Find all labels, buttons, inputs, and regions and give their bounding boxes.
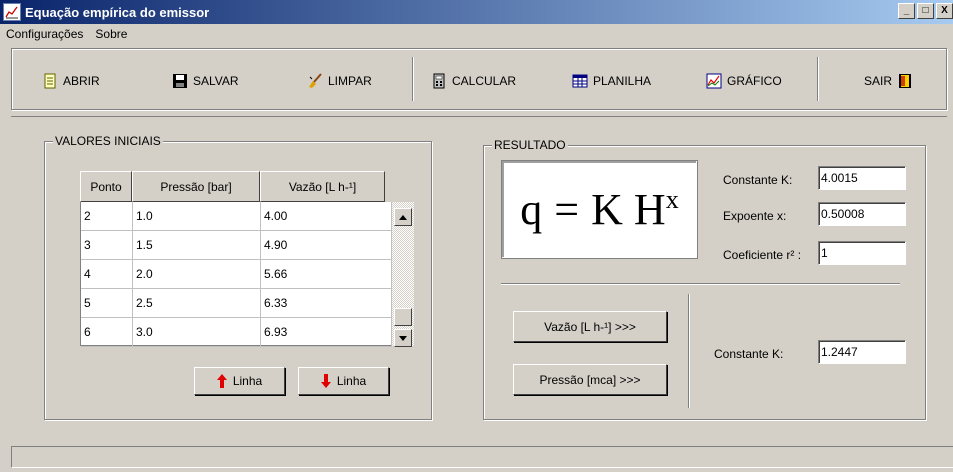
sair-button[interactable]: SAIR (864, 73, 913, 89)
planilha-label: PLANILHA (593, 74, 652, 88)
resultado-title: RESULTADO (492, 138, 568, 152)
coeficiente-label: Coeficiente r² : (723, 248, 802, 262)
cell-ponto[interactable]: 2 (81, 202, 133, 231)
valores-iniciais-title: VALORES INICIAIS (53, 134, 163, 148)
scroll-down-button[interactable] (394, 329, 412, 347)
add-row-button[interactable]: Linha (194, 367, 285, 395)
spreadsheet-icon (572, 73, 588, 89)
table-row[interactable]: 6 3.0 6.93 (81, 318, 392, 347)
arrow-up-icon (399, 214, 407, 220)
cell-vazao[interactable]: 6.93 (261, 318, 392, 347)
limpar-label: LIMPAR (328, 74, 372, 88)
vazao-button[interactable]: Vazão [L h-¹] >>> (513, 311, 667, 342)
grid-header: Ponto Pressão [bar] Vazão [L h-¹] (80, 171, 385, 202)
exit-door-icon (897, 73, 913, 89)
table-row[interactable]: 3 1.5 4.90 (81, 231, 392, 260)
save-disk-icon (172, 73, 188, 89)
calcular-label: CALCULAR (452, 74, 517, 88)
app-chart-icon (3, 3, 21, 21)
abrir-label: ABRIR (63, 74, 100, 88)
broom-icon (307, 73, 323, 89)
limpar-button[interactable]: LIMPAR (307, 73, 372, 89)
constante-k2-label: Constante K: (714, 347, 784, 361)
formula-rhs: K H (591, 185, 666, 234)
cell-pressao[interactable]: 1.5 (133, 231, 261, 260)
add-row-label: Linha (232, 374, 263, 388)
red-up-arrow-icon (216, 374, 227, 388)
cell-pressao[interactable]: 1.0 (133, 202, 261, 231)
constante-k-field[interactable] (818, 166, 906, 190)
result-separator (501, 283, 900, 285)
salvar-label: SALVAR (193, 74, 239, 88)
cell-ponto[interactable]: 6 (81, 318, 133, 347)
formula-display: q = K Hx (501, 160, 698, 259)
pressao-button[interactable]: Pressão [mca] >>> (513, 364, 667, 395)
close-button[interactable]: X (936, 3, 953, 19)
calcular-button[interactable]: CALCULAR (431, 73, 516, 89)
cell-ponto[interactable]: 3 (81, 231, 133, 260)
constante-k-label: Constante K: (723, 173, 793, 187)
open-file-icon (42, 73, 58, 89)
cell-pressao[interactable]: 2.5 (133, 289, 261, 318)
menu-configuracoes[interactable]: Configurações (0, 27, 89, 41)
formula-lhs: q (520, 185, 543, 234)
scroll-thumb[interactable] (394, 308, 412, 326)
coeficiente-field[interactable] (818, 241, 906, 265)
planilha-button[interactable]: PLANILHA (572, 73, 651, 89)
column-header-pressao[interactable]: Pressão [bar] (132, 171, 260, 202)
cell-ponto[interactable]: 5 (81, 289, 133, 318)
line-chart-icon (706, 73, 722, 89)
abrir-button[interactable]: ABRIR (42, 73, 100, 89)
title-bar: Equação empírica do emissor _ □ X (0, 0, 953, 24)
table-row[interactable]: 2 1.0 4.00 (81, 202, 392, 231)
cell-pressao[interactable]: 3.0 (133, 318, 261, 347)
vazao-button-label: Vazão [L h-¹] >>> (544, 319, 636, 334)
pressao-button-label: Pressão [mca] >>> (539, 372, 641, 387)
menu-bar: Configurações Sobre (0, 24, 953, 44)
column-header-ponto[interactable]: Ponto (80, 171, 132, 202)
grid-vertical-scrollbar[interactable] (392, 202, 414, 347)
toolbar-separator-2 (817, 57, 819, 101)
minimize-button[interactable]: _ (898, 3, 915, 19)
sair-label: SAIR (864, 74, 893, 88)
formula-exponent: x (665, 184, 679, 214)
maximize-button[interactable]: □ (917, 3, 934, 19)
cell-vazao[interactable]: 4.90 (261, 231, 392, 260)
remove-row-button[interactable]: Linha (298, 367, 389, 395)
table-row[interactable]: 5 2.5 6.33 (81, 289, 392, 318)
cell-vazao[interactable]: 6.33 (261, 289, 392, 318)
cell-ponto[interactable]: 4 (81, 260, 133, 289)
cell-pressao[interactable]: 2.0 (133, 260, 261, 289)
calculator-icon (431, 73, 447, 89)
expoente-field[interactable] (818, 202, 906, 226)
window-title: Equação empírica do emissor (25, 4, 210, 20)
formula-equals: = (554, 185, 580, 234)
menu-sobre[interactable]: Sobre (89, 27, 133, 41)
toolbar-separator-1 (412, 57, 414, 101)
status-bar (11, 446, 953, 468)
toolbar: ABRIR SALVAR LIMPAR CALCULAR PLANILHA GR… (11, 48, 947, 110)
remove-row-label: Linha (336, 374, 367, 388)
cell-vazao[interactable]: 4.00 (261, 202, 392, 231)
data-grid: Ponto Pressão [bar] Vazão [L h-¹] 2 1.0 … (80, 171, 414, 347)
column-header-vazao[interactable]: Vazão [L h-¹] (260, 171, 385, 202)
result-vertical-separator (688, 294, 690, 408)
arrow-down-icon (399, 335, 407, 341)
grafico-label: GRÁFICO (727, 74, 782, 88)
constante-k2-field[interactable] (818, 340, 906, 364)
cell-vazao[interactable]: 5.66 (261, 260, 392, 289)
red-down-arrow-icon (320, 374, 331, 388)
scroll-up-button[interactable] (394, 208, 412, 226)
grafico-button[interactable]: GRÁFICO (706, 73, 782, 89)
table-row[interactable]: 4 2.0 5.66 (81, 260, 392, 289)
salvar-button[interactable]: SALVAR (172, 73, 239, 89)
expoente-label: Expoente x: (723, 209, 787, 223)
toolbar-divider (11, 116, 947, 117)
grid-body: 2 1.0 4.00 3 1.5 4.90 4 2.0 5.66 5 2.5 6… (80, 202, 392, 347)
